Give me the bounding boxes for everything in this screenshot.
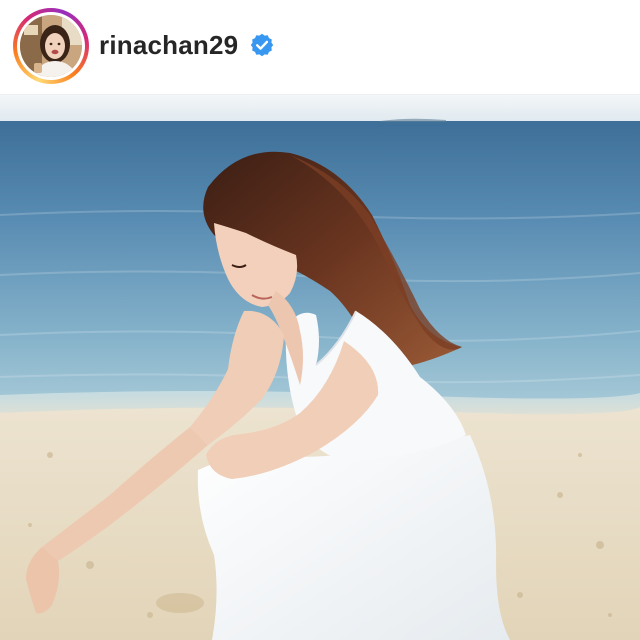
avatar[interactable] — [20, 15, 82, 77]
story-ring[interactable] — [13, 8, 89, 84]
beach-photo — [0, 95, 640, 640]
instagram-post: rinachan29 — [0, 0, 640, 640]
avatar-photo — [20, 15, 82, 77]
post-photo[interactable] — [0, 95, 640, 640]
verified-badge-icon — [250, 33, 274, 57]
username[interactable]: rinachan29 — [99, 28, 238, 62]
post-header: rinachan29 — [0, 0, 640, 94]
